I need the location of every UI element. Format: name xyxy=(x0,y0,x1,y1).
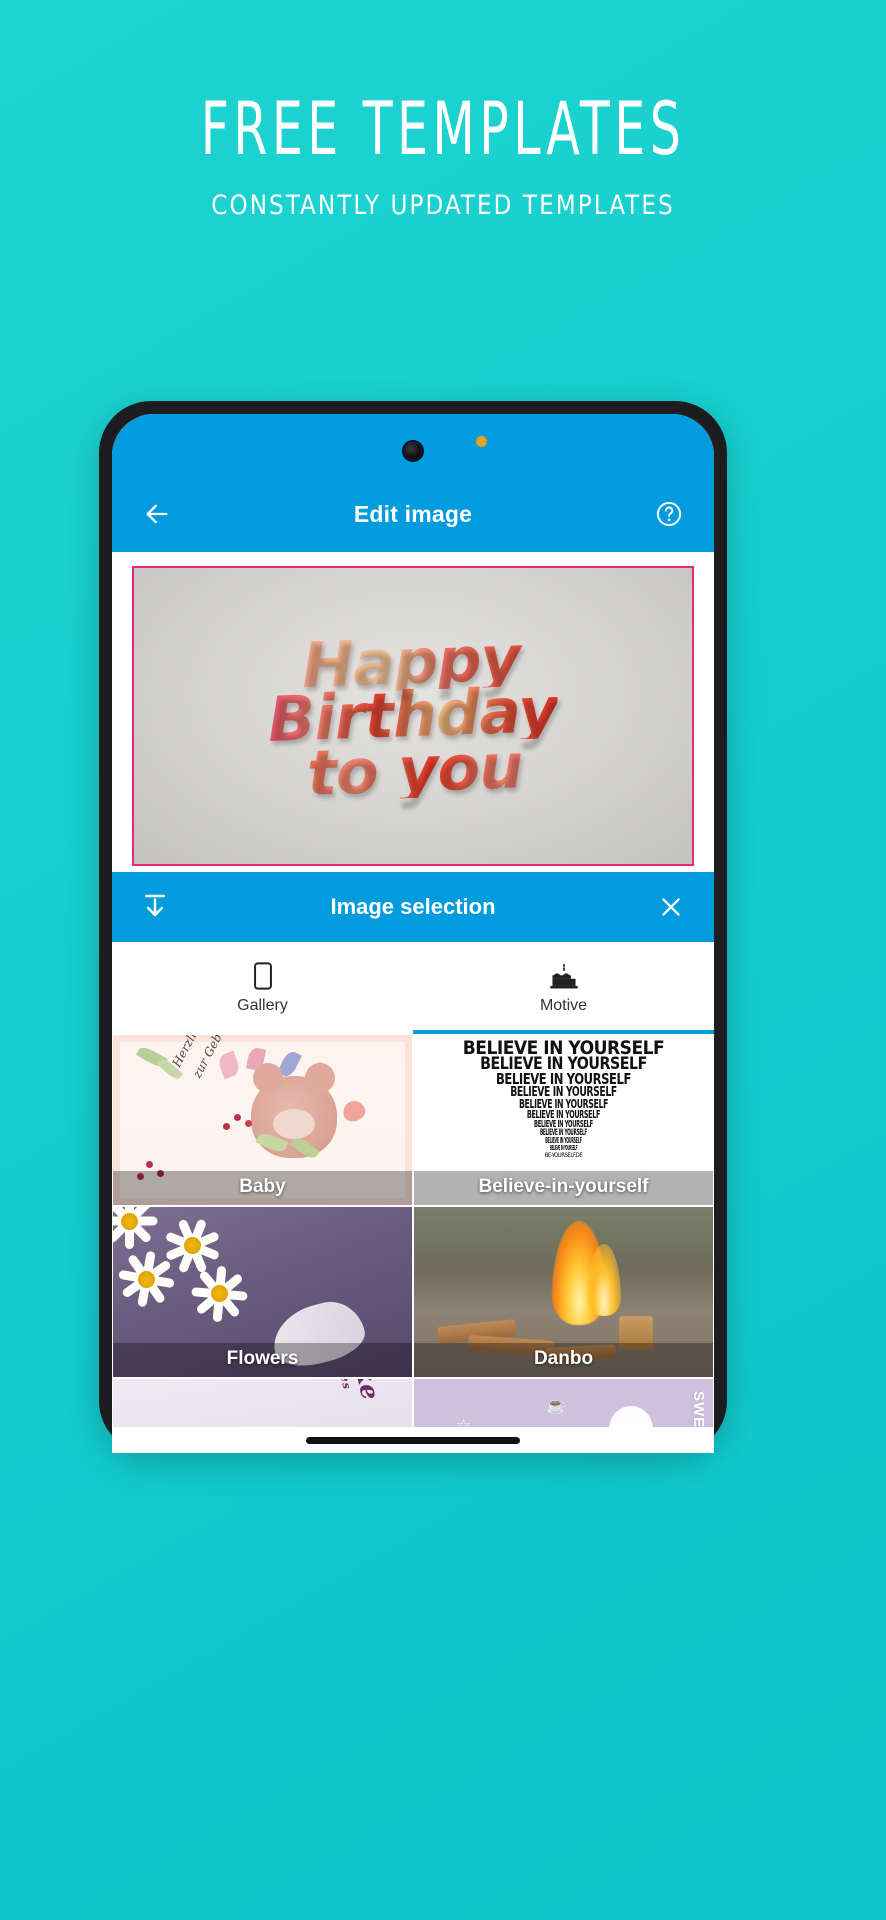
heart-doodle-icon xyxy=(340,1098,368,1125)
close-button[interactable] xyxy=(650,886,692,928)
arrow-left-icon xyxy=(146,504,168,524)
thanks-caption-sub: für alles xyxy=(324,1379,357,1405)
status-bar xyxy=(112,414,714,476)
daisy-icon xyxy=(113,1207,158,1250)
birthday-artwork: Happy Birthday to you xyxy=(265,622,560,811)
promo-subheadline: CONSTANTLY UPDATED TEMPLATES xyxy=(211,190,675,221)
tab-motive[interactable]: Motive xyxy=(413,942,714,1034)
believe-text-row: BELIEVE IN YOURSELF xyxy=(549,1143,578,1152)
template-label-believe: Believe-in-yourself xyxy=(414,1171,713,1205)
source-tabs: Gallery Motive xyxy=(112,942,714,1034)
image-preview[interactable]: Happy Birthday to you xyxy=(112,552,714,872)
app-bar: Edit image xyxy=(112,476,714,552)
back-button[interactable] xyxy=(136,493,178,535)
close-icon xyxy=(662,898,680,916)
front-camera-icon xyxy=(404,442,422,460)
template-label-baby: Baby xyxy=(113,1171,412,1205)
thanks-caption: Danke für alles xyxy=(324,1379,385,1405)
cupcake-doodle-icon: ☕ xyxy=(545,1396,567,1415)
daisy-icon xyxy=(191,1265,249,1323)
smartphone-icon xyxy=(253,961,272,990)
template-cell-believe[interactable]: BELIEVE IN YOURSELF BELIEVE IN YOURSELF … xyxy=(413,1034,714,1206)
cake-icon xyxy=(549,963,578,988)
page-title: Edit image xyxy=(353,500,473,527)
promo-headline: FREE TEMPLATES xyxy=(200,85,686,172)
help-button[interactable] xyxy=(648,493,690,535)
tab-gallery[interactable]: Gallery xyxy=(112,942,413,1034)
tab-motive-label: Motive xyxy=(539,996,588,1014)
download-arrow-icon xyxy=(145,894,165,917)
template-cell-danbo[interactable]: Danbo xyxy=(413,1206,714,1378)
image-selection-header: Image selection xyxy=(112,872,714,942)
phone-screen: Edit image Happy Birthday to you Image s… xyxy=(112,414,714,1453)
help-circle-icon xyxy=(656,501,682,527)
template-grid: Herzliche Glückwünsche zur Geburt Baby B… xyxy=(112,1034,714,1453)
status-indicator-dot xyxy=(476,436,487,447)
template-cell-flowers[interactable]: Flowers xyxy=(112,1206,413,1378)
phone-mockup: Edit image Happy Birthday to you Image s… xyxy=(99,401,727,1453)
tab-gallery-label: Gallery xyxy=(237,996,288,1014)
template-label-flowers: Flowers xyxy=(113,1343,412,1377)
artwork-line-3: to you xyxy=(269,730,560,810)
flame-icon xyxy=(587,1244,622,1317)
preview-frame: Happy Birthday to you xyxy=(132,566,694,866)
believe-footer: BE-YOURSELF.DE xyxy=(544,1152,583,1160)
promo-header: FREE TEMPLATES CONSTANTLY UPDATED TEMPLA… xyxy=(0,92,886,221)
template-cell-baby[interactable]: Herzliche Glückwünsche zur Geburt Baby xyxy=(112,1034,413,1206)
gesture-pill[interactable] xyxy=(306,1436,520,1444)
daisy-icon xyxy=(118,1250,176,1308)
sheet-title: Image selection xyxy=(330,894,496,919)
gesture-navigation-bar xyxy=(112,1427,714,1453)
download-button[interactable] xyxy=(134,886,176,928)
template-label-danbo: Danbo xyxy=(414,1343,713,1377)
